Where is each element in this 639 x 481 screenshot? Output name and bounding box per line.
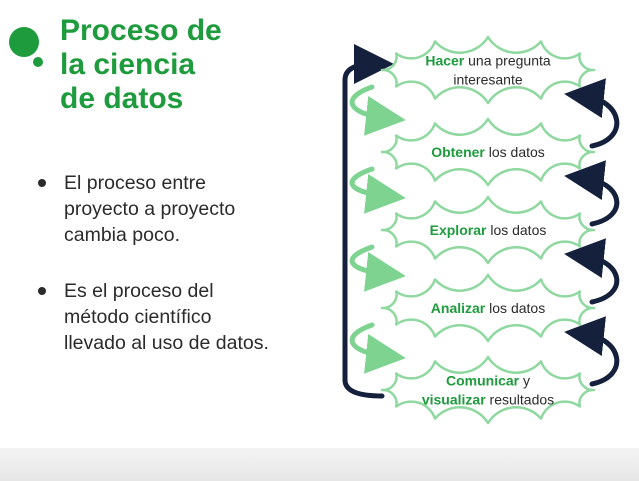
cloud-label-text: una pregunta — [464, 53, 551, 69]
cloud-label-keyword: Comunicar — [446, 373, 520, 389]
process-step-cloud: Explorar los datos — [380, 195, 596, 265]
cloud-label-text: interesante — [453, 72, 522, 88]
process-step-cloud: Comunicar y visualizar resultados — [380, 355, 596, 425]
cloud-label-keyword: Hacer — [425, 53, 464, 69]
cloud-label: Analizar los datos — [431, 300, 545, 316]
forward-arrow-icon — [349, 244, 406, 292]
cloud-label-text: los datos — [485, 144, 545, 160]
cloud-label-keyword: Analizar — [431, 300, 486, 316]
cloud-shape — [380, 35, 596, 105]
cloud-label: Explorar los datos — [430, 222, 547, 238]
cloud-label-text: los datos — [485, 300, 545, 316]
cloud-label-keyword: Obtener — [431, 144, 485, 160]
cloud-label: interesante — [453, 72, 522, 88]
cloud-label-text: resultados — [486, 392, 554, 408]
feedback-arrow-icon — [564, 238, 620, 305]
cloud-label: Comunicar y — [446, 373, 530, 389]
cloud-label-text: los datos — [486, 222, 546, 238]
cloud-label: Hacer una pregunta — [425, 53, 551, 69]
clouds-layer: Hacer una pregunta interesante Obtener los… — [380, 35, 596, 425]
cloud-label: Obtener los datos — [431, 144, 545, 160]
feedback-arrow-icon — [564, 78, 620, 149]
process-step-cloud: Obtener los datos — [380, 117, 596, 187]
cloud-label-keyword: visualizar — [422, 392, 486, 408]
process-step-cloud: Hacer una pregunta interesante — [380, 35, 596, 105]
process-step-cloud: Analizar los datos — [380, 273, 596, 343]
bottom-band — [0, 448, 639, 481]
forward-arrow-icon — [349, 322, 406, 374]
cloud-label-keyword: Explorar — [430, 222, 487, 238]
cloud-label: visualizar resultados — [422, 392, 554, 408]
feedback-arrow-icon — [564, 160, 620, 227]
cloud-shape — [380, 355, 596, 425]
process-diagram: Hacer una pregunta interesante Obtener los… — [342, 35, 620, 425]
forward-arrow-icon — [349, 166, 406, 214]
forward-arrow-icon — [349, 84, 406, 136]
cloud-label-text: y — [519, 373, 530, 389]
feedback-arrow-icon — [564, 316, 620, 387]
